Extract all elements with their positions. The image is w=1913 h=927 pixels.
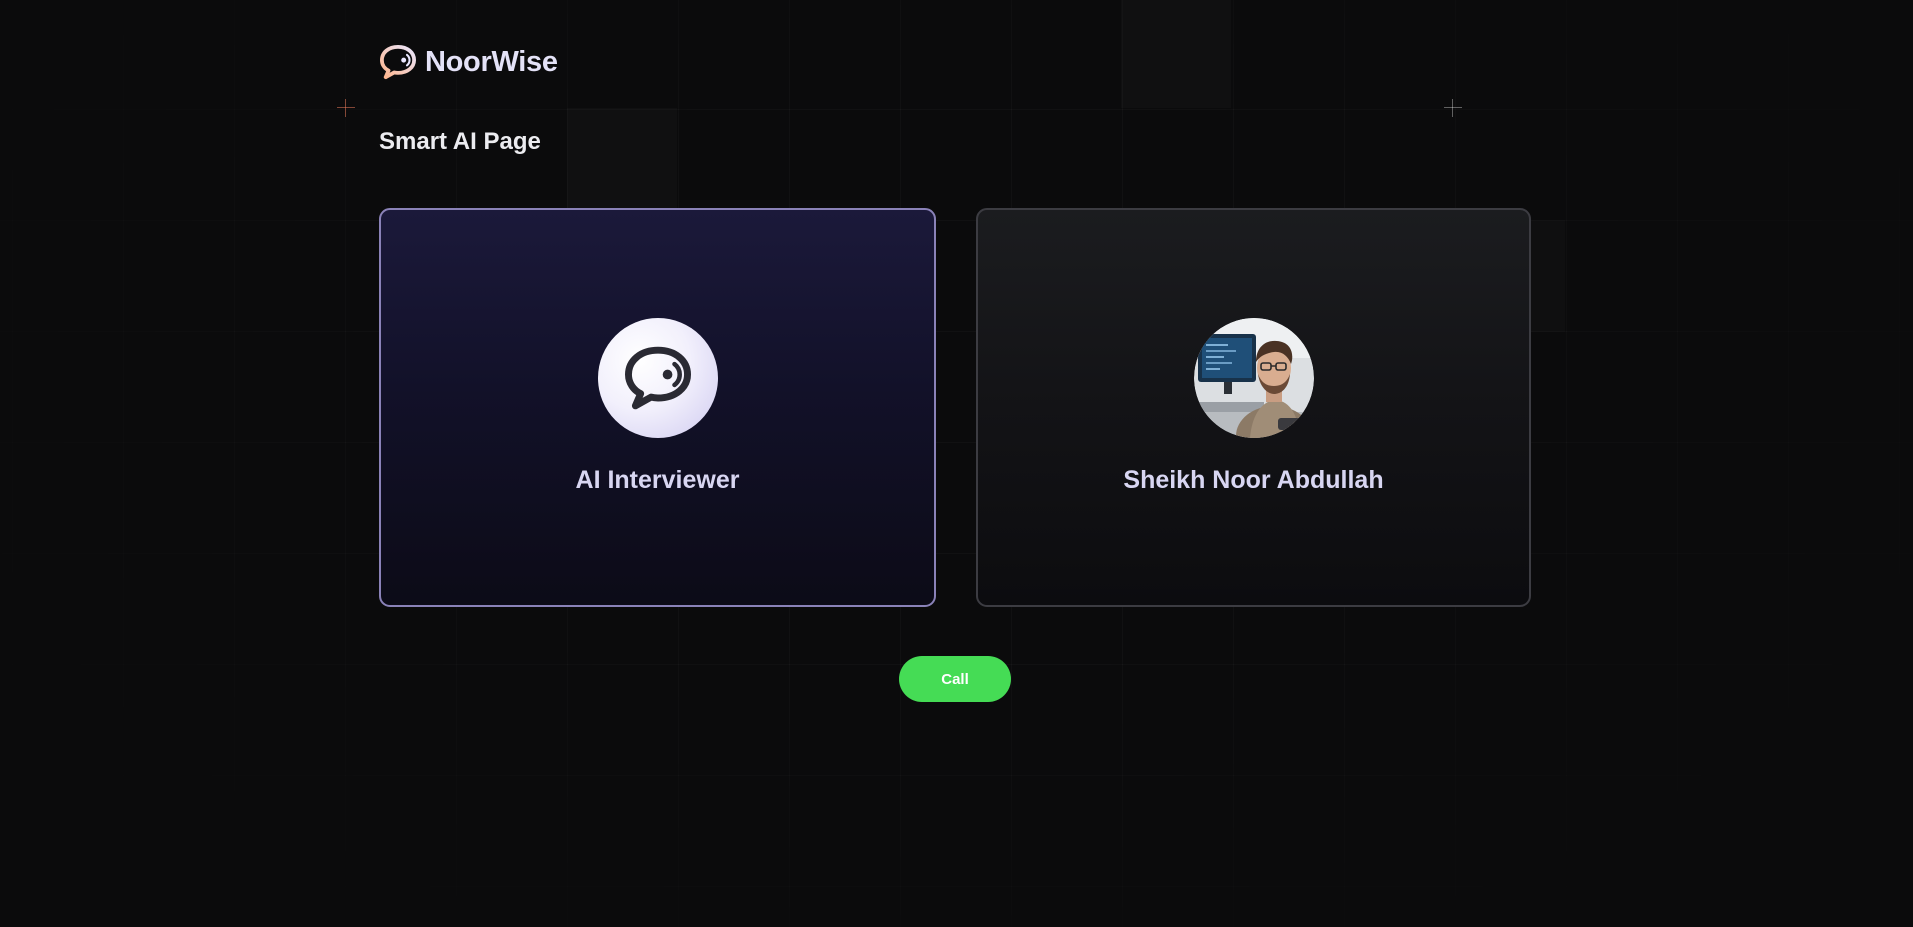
background-grid (0, 0, 1913, 927)
brand-name: NoorWise (425, 45, 558, 78)
sparkle-icon (1444, 99, 1462, 117)
call-button[interactable]: Call (899, 656, 1011, 702)
participant-name: Sheikh Noor Abdullah (1123, 466, 1384, 494)
sparkle-icon (337, 99, 355, 117)
avatar (1193, 318, 1314, 438)
background-tile (567, 108, 677, 208)
avatar (597, 318, 718, 438)
header: NoorWise (379, 44, 558, 80)
user-photo-avatar (1193, 318, 1314, 438)
participant-card-ai-interviewer[interactable]: AI Interviewer (379, 208, 936, 607)
participant-card-sheikh-noor-abdullah[interactable]: Sheikh Noor Abdullah (976, 208, 1531, 607)
page: NoorWise Smart AI Page AI Interviewer Sh… (0, 0, 1913, 927)
background-tile (1121, 0, 1231, 108)
background-tile (1531, 220, 1565, 332)
chat-voice-icon (624, 346, 691, 410)
page-title: Smart AI Page (379, 128, 541, 155)
participant-name: AI Interviewer (575, 466, 740, 494)
chat-voice-logo-icon (380, 44, 417, 80)
